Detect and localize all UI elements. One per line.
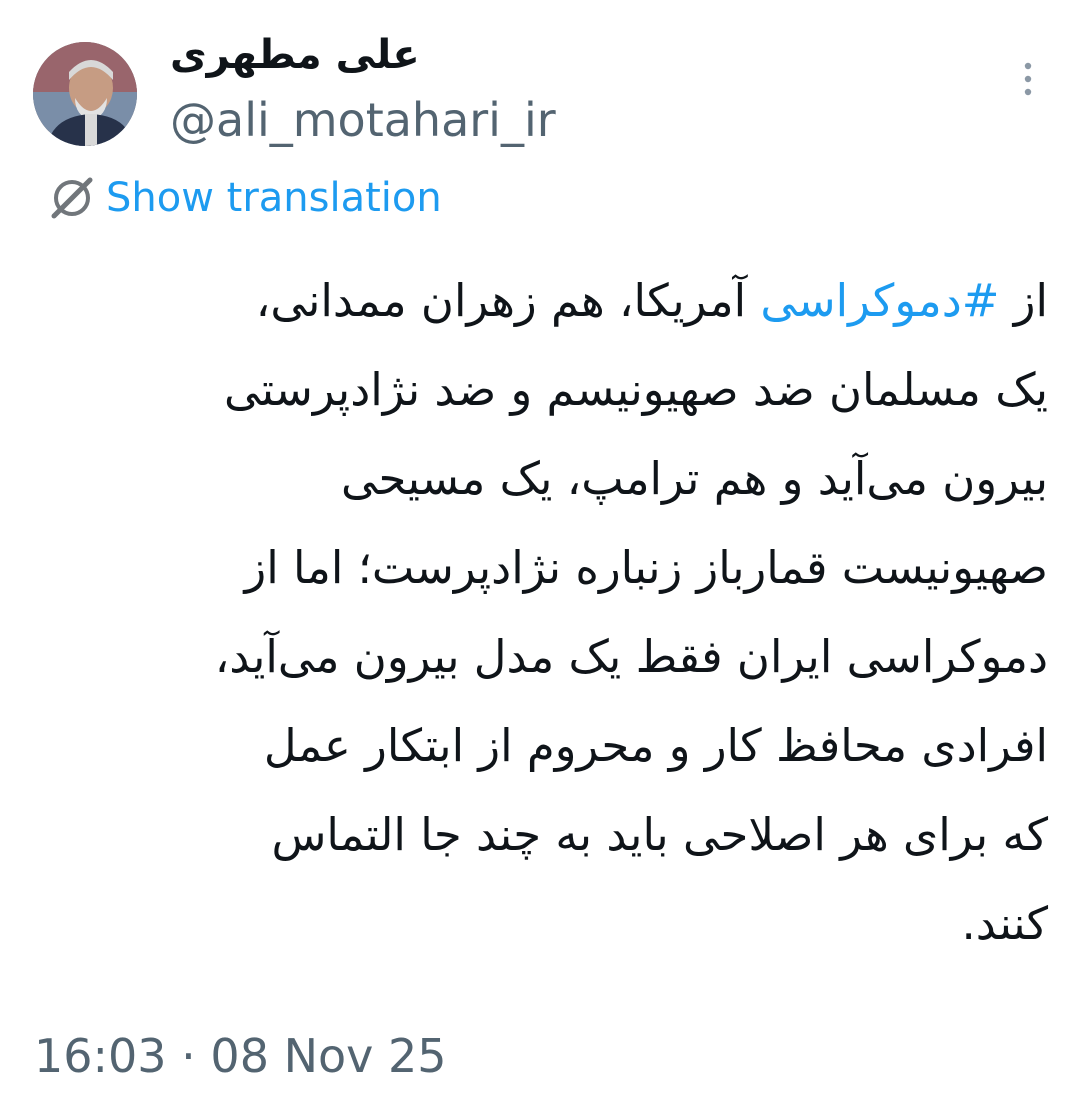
author-display-name[interactable]: علی مطهری [170, 30, 420, 80]
tweet-text-segment: از [999, 274, 1048, 327]
tweet-line: که برای هر اصلاحی باید به چند جا التماس [271, 808, 1048, 861]
show-translation-label: Show translation [106, 175, 442, 221]
more-vertical-icon[interactable] [1014, 60, 1042, 100]
avatar[interactable] [33, 42, 137, 146]
tweet-timestamp[interactable]: 16:03 · 08 Nov 25 [34, 1026, 447, 1086]
tweet-text-segment: آمریکا، هم زهران ممدانی، [255, 274, 761, 327]
tweet-line: دموکراسی ایران فقط یک مدل بیرون می‌آید، [214, 630, 1048, 683]
tweet-line: بیرون می‌آید و هم ترامپ، یک مسیحی [340, 452, 1048, 505]
tweet-line: کنند. [961, 897, 1048, 950]
avatar-portrait [33, 42, 137, 146]
tweet-text: از #دموکراسی آمریکا، هم زهران ممدانی، یک… [30, 256, 1048, 968]
tweet-line: یک مسلمان ضد صهیونیسم و ضد نژادپرستی [224, 363, 1048, 416]
globe-slash-icon [51, 177, 93, 219]
hashtag-link[interactable]: #دموکراسی [760, 274, 999, 327]
tweet-line: صهیونیست قمارباز زنباره نژادپرست؛ اما از [244, 541, 1048, 594]
author-handle[interactable]: @ali_motahari_ir [170, 92, 556, 148]
tweet-line: افرادی محافظ کار و محروم از ابتکار عمل [263, 719, 1048, 772]
show-translation-button[interactable]: Show translation [44, 170, 442, 226]
tweet-line: از #دموکراسی آمریکا، هم زهران ممدانی، [30, 256, 1048, 345]
